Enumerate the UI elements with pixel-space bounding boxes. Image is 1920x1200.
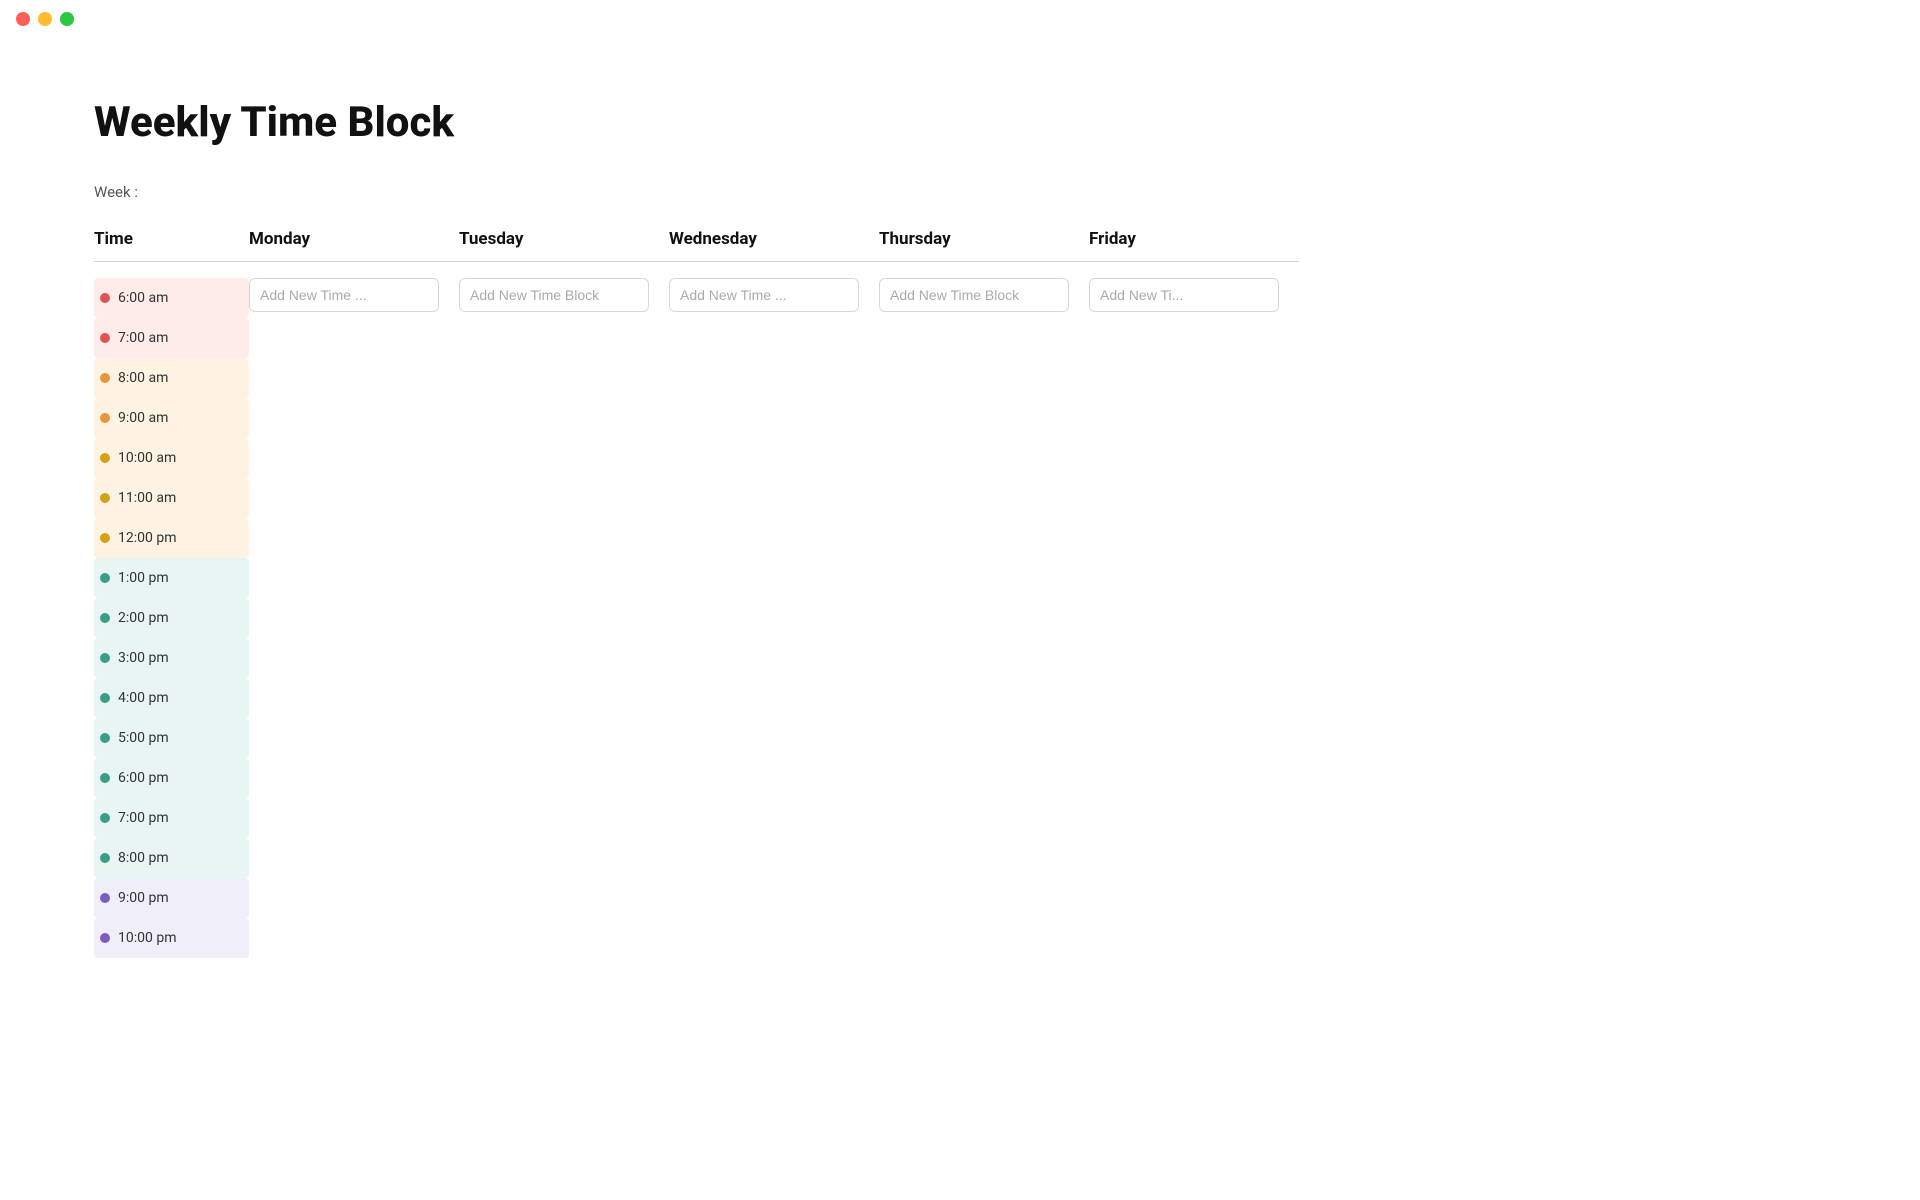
time-dot-8pm [100,853,110,863]
col-header-thursday: Thursday [879,229,1089,262]
time-slot-6am: 6:00 am [94,278,249,318]
time-dot-4pm [100,693,110,703]
time-dot-6pm [100,773,110,783]
time-slot-12pm: 12:00 pm [94,518,249,558]
minimize-button[interactable] [38,12,52,26]
tuesday-add-block-button[interactable]: Add New Time Block [459,278,649,312]
time-dot-2pm [100,613,110,623]
time-slot-7pm: 7:00 pm [94,798,249,838]
time-text-9pm: 9:00 pm [118,890,169,906]
time-text-7am: 7:00 am [118,330,168,346]
time-dot-1pm [100,573,110,583]
time-slot-2pm: 2:00 pm [94,598,249,638]
col-header-tuesday-label: Tuesday [459,229,523,249]
time-dot-10am [100,453,110,463]
time-slot-9am: 9:00 am [94,398,249,438]
time-slot-11am: 11:00 am [94,478,249,518]
time-text-1pm: 1:00 pm [118,570,169,586]
monday-column: Add New Time ... [249,278,459,958]
time-slot-5pm: 5:00 pm [94,718,249,758]
time-text-7pm: 7:00 pm [118,810,169,826]
col-header-wednesday: Wednesday [669,229,879,262]
time-slot-1pm: 1:00 pm [94,558,249,598]
time-text-4pm: 4:00 pm [118,690,169,706]
time-text-10pm: 10:00 pm [118,930,176,946]
time-slot-10am: 10:00 am [94,438,249,478]
time-dot-8am [100,373,110,383]
time-dot-11am [100,493,110,503]
time-dot-5pm [100,733,110,743]
time-dot-7pm [100,813,110,823]
col-header-monday-label: Monday [249,229,310,249]
col-header-time-label: Time [94,229,133,249]
titlebar [0,0,1920,38]
time-text-6pm: 6:00 pm [118,770,169,786]
tuesday-column: Add New Time Block [459,278,669,958]
time-dot-3pm [100,653,110,663]
col-header-thursday-label: Thursday [879,229,951,249]
time-slot-9pm: 9:00 pm [94,878,249,918]
time-slot-4pm: 4:00 pm [94,678,249,718]
thursday-add-block-button[interactable]: Add New Time Block [879,278,1069,312]
wednesday-add-block-button[interactable]: Add New Time ... [669,278,859,312]
time-slot-8pm: 8:00 pm [94,838,249,878]
time-dot-9pm [100,893,110,903]
time-text-8am: 8:00 am [118,370,168,386]
time-text-8pm: 8:00 pm [118,850,169,866]
maximize-button[interactable] [60,12,74,26]
time-text-3pm: 3:00 pm [118,650,169,666]
time-slot-10pm: 10:00 pm [94,918,249,958]
close-button[interactable] [16,12,30,26]
monday-add-block-button[interactable]: Add New Time ... [249,278,439,312]
time-text-5pm: 5:00 pm [118,730,169,746]
time-column: 6:00 am 7:00 am 8:00 am 9:00 am 10:00 am 11:0… [94,278,249,958]
time-slot-8am: 8:00 am [94,358,249,398]
friday-column: Add New Ti... [1089,278,1299,958]
col-header-friday: Friday [1089,229,1299,262]
page-title: Weekly Time Block [94,98,1826,147]
wednesday-column: Add New Time ... [669,278,879,958]
time-dot-10pm [100,933,110,943]
time-dot-12pm [100,533,110,543]
time-dot-9am [100,413,110,423]
col-header-time: Time [94,229,249,262]
col-header-friday-label: Friday [1089,229,1136,249]
main-content: Weekly Time Block Week : Time Monday Tue… [0,38,1920,1018]
time-text-9am: 9:00 am [118,410,168,426]
friday-add-block-button[interactable]: Add New Ti... [1089,278,1279,312]
time-dot-7am [100,333,110,343]
time-text-6am: 6:00 am [118,290,168,306]
col-header-monday: Monday [249,229,459,262]
time-text-10am: 10:00 am [118,450,176,466]
time-dot-6am [100,293,110,303]
col-header-tuesday: Tuesday [459,229,669,262]
time-slot-7am: 7:00 am [94,318,249,358]
time-text-11am: 11:00 am [118,490,176,506]
week-label: Week : [94,183,1826,201]
col-header-wednesday-label: Wednesday [669,229,757,249]
time-text-2pm: 2:00 pm [118,610,169,626]
calendar-grid: Time Monday Tuesday Wednesday Thursday F… [94,229,1826,958]
time-slot-6pm: 6:00 pm [94,758,249,798]
thursday-column: Add New Time Block [879,278,1089,958]
time-text-12pm: 12:00 pm [118,530,176,546]
time-slot-3pm: 3:00 pm [94,638,249,678]
